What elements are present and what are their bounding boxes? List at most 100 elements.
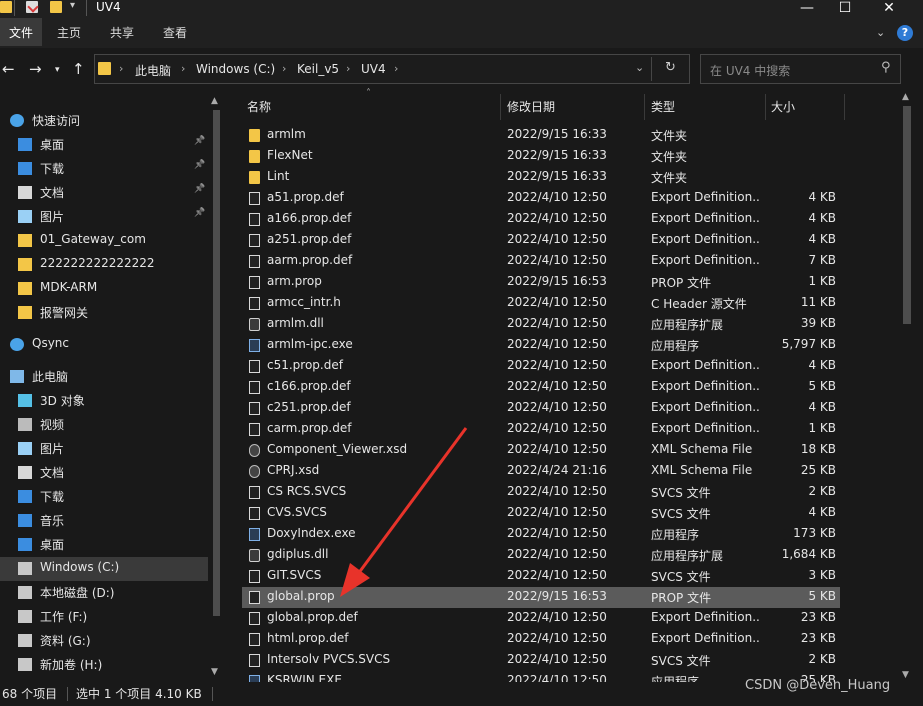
sidebar-item[interactable]: 本地磁盘 (D:) <box>0 581 208 605</box>
file-row[interactable]: html.prop.def 2022/4/10 12:50 Export Defin… <box>242 629 840 650</box>
sidebar-item[interactable]: 新加卷 (H:) <box>0 653 208 677</box>
scroll-down-icon[interactable]: ▼ <box>902 670 909 680</box>
breadcrumb-this-pc[interactable]: 此电脑 <box>135 62 171 79</box>
refresh-icon[interactable]: ↻ <box>665 60 676 75</box>
sidebar-item[interactable]: 文档 <box>0 461 208 485</box>
column-divider[interactable] <box>765 94 766 120</box>
sidebar-item[interactable]: 下载 📌 <box>0 157 208 181</box>
breadcrumb-separator[interactable]: › <box>394 62 398 75</box>
scrollbar-thumb[interactable] <box>903 106 911 324</box>
breadcrumb-separator[interactable]: › <box>282 62 286 75</box>
up-arrow-icon[interactable]: ↑ <box>72 60 85 78</box>
properties-icon[interactable] <box>26 1 39 13</box>
search-input[interactable]: 在 UV4 中搜索 ⚲ <box>700 54 901 84</box>
breadcrumb-keil[interactable]: Keil_v5 <box>297 62 339 76</box>
file-row[interactable]: a51.prop.def 2022/4/10 12:50 Export Defini… <box>242 188 840 209</box>
column-divider[interactable] <box>500 94 501 120</box>
scroll-up-icon[interactable]: ▲ <box>211 96 218 106</box>
scroll-up-icon[interactable]: ▲ <box>902 92 909 102</box>
sidebar-item[interactable]: 01_Gateway_com <box>0 229 208 253</box>
breadcrumb-separator[interactable]: › <box>346 62 350 75</box>
file-row[interactable]: global.prop.def 2022/4/10 12:50 Export Def… <box>242 608 840 629</box>
file-row[interactable]: gdiplus.dll 2022/4/10 12:50 应用程序扩展 1,684 KB <box>242 545 840 566</box>
sidebar-item[interactable]: 视频 <box>0 413 208 437</box>
file-row[interactable]: a166.prop.def 2022/4/10 12:50 Export Defin… <box>242 209 840 230</box>
file-row[interactable]: armlm.dll 2022/4/10 12:50 应用程序扩展 39 KB <box>242 314 840 335</box>
sidebar-item[interactable]: MDK-ARM <box>0 277 208 301</box>
column-divider[interactable] <box>844 94 845 120</box>
forward-arrow-icon[interactable]: → <box>29 60 42 78</box>
file-row[interactable]: armlm-ipc.exe 2022/4/10 12:50 应用程序 5,797 KB <box>242 335 840 356</box>
sidebar-scrollbar[interactable]: ▲ ▼ <box>210 96 222 677</box>
file-row[interactable]: c51.prop.def 2022/4/10 12:50 Export Defini… <box>242 356 840 377</box>
customize-quick-access-icon[interactable]: ▾ <box>70 0 75 11</box>
sidebar-item[interactable]: 桌面 📌 <box>0 133 208 157</box>
sidebar-item[interactable]: 图片 <box>0 437 208 461</box>
file-row[interactable]: CS RCS.SVCS 2022/4/10 12:50 SVCS 文件 2 KB <box>242 482 840 503</box>
breadcrumb-uv4[interactable]: UV4 <box>361 62 386 76</box>
sidebar-item[interactable]: 资料 (G:) <box>0 629 208 653</box>
sidebar-item[interactable]: 文档 📌 <box>0 181 208 205</box>
breadcrumb-drive-c[interactable]: Windows (C:) <box>196 62 275 76</box>
back-arrow-icon[interactable]: ← <box>2 60 15 78</box>
sidebar-item[interactable]: 工作 (F:) <box>0 605 208 629</box>
column-header-size[interactable]: 大小 <box>771 95 795 120</box>
recent-locations-icon[interactable]: ▾ <box>55 65 60 75</box>
close-button[interactable]: ✕ <box>867 0 911 18</box>
file-row[interactable]: CVS.SVCS 2022/4/10 12:50 SVCS 文件 4 KB <box>242 503 840 524</box>
file-row[interactable]: Lint 2022/9/15 16:33 文件夹 <box>242 167 840 188</box>
file-row[interactable]: c166.prop.def 2022/4/10 12:50 Export Defin… <box>242 377 840 398</box>
file-row[interactable]: CPRJ.xsd 2022/4/24 21:16 XML Schema File 25… <box>242 461 840 482</box>
sidebar-item[interactable]: 图片 📌 <box>0 205 208 229</box>
sidebar-item[interactable]: 3D 对象 <box>0 389 208 413</box>
file-row[interactable]: carm.prop.def 2022/4/10 12:50 Export Defin… <box>242 419 840 440</box>
file-row[interactable]: c251.prop.def 2022/4/10 12:50 Export Defin… <box>242 398 840 419</box>
file-row[interactable]: GIT.SVCS 2022/4/10 12:50 SVCS 文件 3 KB <box>242 566 840 587</box>
folder-icon <box>18 258 32 271</box>
breadcrumb-separator[interactable]: › <box>181 62 185 75</box>
scroll-down-icon[interactable]: ▼ <box>211 667 218 677</box>
sidebar-item[interactable]: 桌面 <box>0 533 208 557</box>
folder-icon <box>249 171 260 184</box>
column-header-type[interactable]: 类型 <box>651 95 675 120</box>
file-row[interactable]: armlm 2022/9/15 16:33 文件夹 <box>242 125 840 146</box>
dll-file-icon <box>249 318 260 331</box>
address-divider <box>651 57 652 81</box>
file-row-selected[interactable]: global.prop 2022/9/15 16:53 PROP 文件 5 KB <box>242 587 840 608</box>
sidebar-item[interactable]: 222222222222222 <box>0 253 208 277</box>
address-history-icon[interactable]: ⌄ <box>635 61 644 74</box>
file-row[interactable]: a251.prop.def 2022/4/10 12:50 Export Defin… <box>242 230 840 251</box>
sidebar-item[interactable]: 报警网关 <box>0 301 208 325</box>
maximize-button[interactable]: ☐ <box>823 0 867 18</box>
sidebar-item[interactable]: 快速访问 <box>0 109 208 133</box>
vertical-scrollbar[interactable]: ▲ ▼ <box>900 92 914 682</box>
sidebar-item[interactable]: 此电脑 <box>0 365 208 389</box>
sidebar-item[interactable]: Qsync <box>0 333 208 357</box>
column-header-date[interactable]: 修改日期 <box>507 95 555 120</box>
address-bar[interactable]: › 此电脑 › Windows (C:) › Keil_v5 › UV4 › ⌄… <box>94 54 690 84</box>
file-row[interactable]: aarm.prop.def 2022/4/10 12:50 Export Defin… <box>242 251 840 272</box>
new-folder-icon[interactable] <box>50 1 62 13</box>
sidebar-item[interactable]: Windows (C:) <box>0 557 208 581</box>
file-row[interactable]: Component_Viewer.xsd 2022/4/10 12:50 XML S… <box>242 440 840 461</box>
file-row[interactable]: arm.prop 2022/9/15 16:53 PROP 文件 1 KB <box>242 272 840 293</box>
file-row[interactable]: FlexNet 2022/9/15 16:33 文件夹 <box>242 146 840 167</box>
search-icon[interactable]: ⚲ <box>881 60 891 75</box>
tab-view[interactable]: 查看 <box>163 18 187 46</box>
scrollbar-thumb[interactable] <box>213 110 220 616</box>
sidebar-item-label: 桌面 <box>40 538 65 552</box>
column-header-name[interactable]: 名称 <box>247 95 271 120</box>
tab-share[interactable]: 共享 <box>110 18 134 46</box>
sidebar-item[interactable]: 下载 <box>0 485 208 509</box>
sidebar-item[interactable]: 音乐 <box>0 509 208 533</box>
tab-file[interactable]: 文件 <box>0 18 42 46</box>
file-row[interactable]: armcc_intr.h 2022/4/10 12:50 C Header 源文件 1… <box>242 293 840 314</box>
breadcrumb-separator[interactable]: › <box>119 62 123 75</box>
file-size: 5 KB <box>808 589 836 603</box>
column-divider[interactable] <box>644 94 645 120</box>
help-icon[interactable]: ? <box>897 25 913 41</box>
expand-ribbon-icon[interactable]: ⌄ <box>876 26 885 39</box>
tab-home[interactable]: 主页 <box>57 18 81 46</box>
file-row[interactable]: Intersolv PVCS.SVCS 2022/4/10 12:50 SVCS 文… <box>242 650 840 671</box>
file-row[interactable]: DoxyIndex.exe 2022/4/10 12:50 应用程序 173 KB <box>242 524 840 545</box>
